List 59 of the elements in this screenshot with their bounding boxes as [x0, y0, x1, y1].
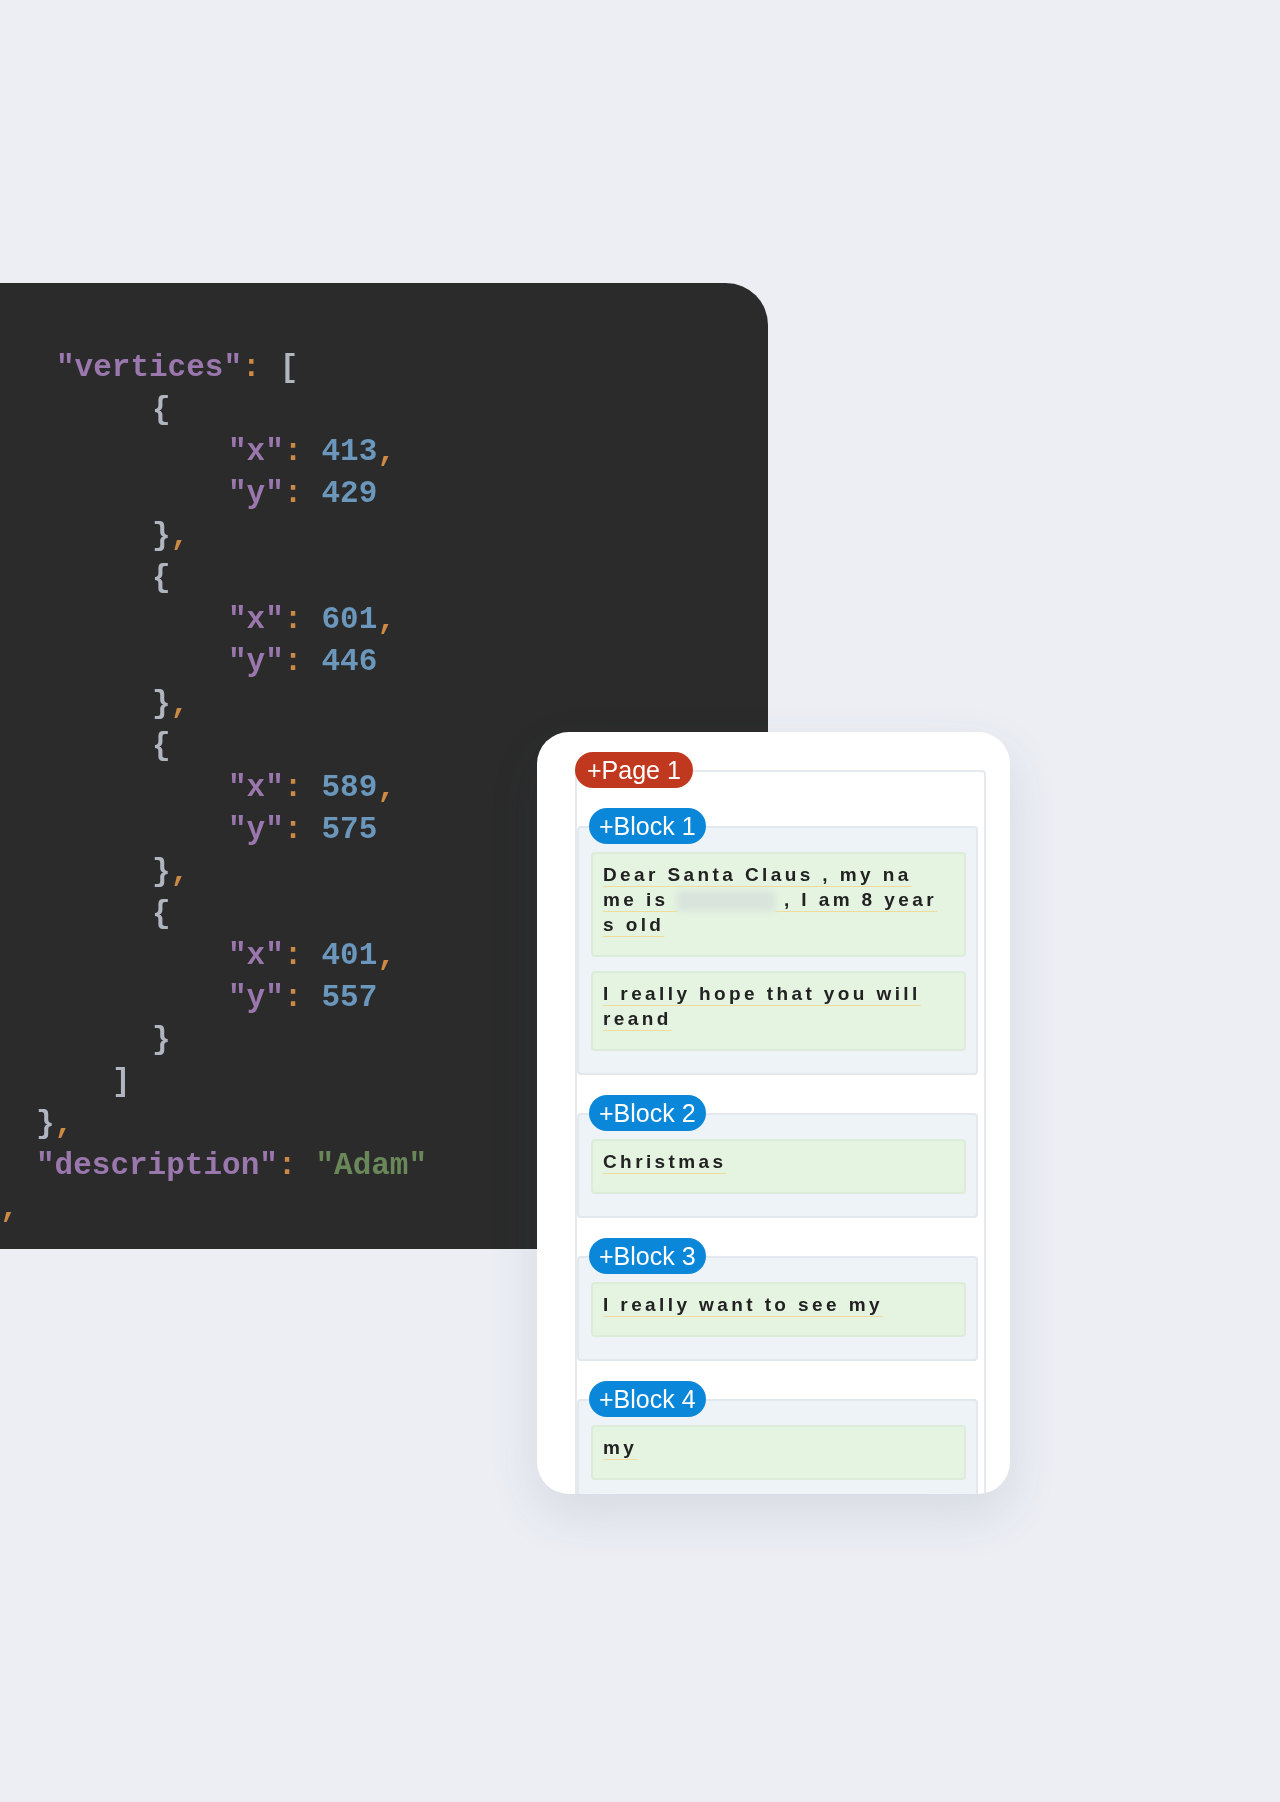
code-key: "x" — [228, 431, 284, 473]
code-key: "y" — [228, 641, 284, 683]
code-bracket: { — [152, 391, 171, 429]
code-bracket: } — [152, 517, 171, 555]
code-punctuation: : — [283, 643, 303, 681]
code-key: "vertices" — [56, 347, 243, 389]
code-number: 589 — [321, 769, 378, 807]
code-punctuation: , — [377, 937, 396, 975]
code-bracket: ] — [112, 1063, 131, 1101]
code-punctuation: : — [283, 475, 303, 513]
code-bracket: } — [152, 685, 171, 723]
code-punctuation: : — [283, 937, 303, 975]
code-number: 557 — [321, 979, 378, 1017]
code-bracket: } — [152, 1021, 171, 1059]
code-number: 429 — [321, 475, 378, 513]
code-number: 601 — [321, 601, 378, 639]
code-punctuation: , — [377, 601, 396, 639]
code-string: "Adam" — [315, 1147, 428, 1185]
code-punctuation: , — [0, 1189, 19, 1227]
code-punctuation: : — [283, 433, 303, 471]
code-number: 575 — [321, 811, 378, 849]
code-punctuation: , — [170, 517, 190, 555]
code-bracket: } — [152, 853, 171, 891]
recognized-text: I really want to see my — [591, 1282, 966, 1337]
code-punctuation: , — [54, 1105, 74, 1143]
code-key: "x" — [228, 767, 284, 809]
code-punctuation: : — [283, 811, 303, 849]
block-tag[interactable]: +Block 3 — [589, 1238, 706, 1274]
code-number: 446 — [321, 643, 378, 681]
code-key: "description" — [36, 1145, 278, 1187]
code-punctuation: , — [170, 685, 190, 723]
code-bracket: { — [152, 559, 171, 597]
code-bracket: { — [152, 727, 171, 765]
block-tag[interactable]: +Block 4 — [589, 1381, 706, 1417]
code-number: 401 — [321, 937, 378, 975]
code-key: "y" — [228, 809, 284, 851]
recognized-text: Dear Santa Claus , my na me is , I am 8 year s old — [591, 852, 966, 957]
code-bracket: } — [36, 1105, 55, 1143]
recognized-text: my — [591, 1425, 966, 1480]
code-key: "x" — [228, 935, 284, 977]
code-bracket: [ — [279, 349, 299, 387]
recognized-text: Christmas — [591, 1139, 966, 1194]
page-tag[interactable]: +Page 1 — [575, 752, 693, 788]
recognized-text: I really hope that you will reand — [591, 971, 966, 1051]
code-bracket: { — [152, 895, 171, 933]
code-punctuation: : — [242, 349, 261, 387]
code-punctuation: : — [277, 1147, 297, 1185]
code-key: "x" — [228, 599, 284, 641]
block-tag[interactable]: +Block 2 — [589, 1095, 706, 1131]
block-tag[interactable]: +Block 1 — [589, 808, 706, 844]
code-key: "y" — [228, 473, 284, 515]
code-punctuation: , — [377, 433, 396, 471]
code-key: "y" — [228, 977, 284, 1019]
code-punctuation: , — [377, 769, 396, 807]
code-punctuation: : — [283, 979, 303, 1017]
code-punctuation: , — [170, 853, 190, 891]
code-punctuation: : — [283, 769, 303, 807]
code-number: 413 — [321, 433, 378, 471]
code-punctuation: : — [283, 601, 303, 639]
